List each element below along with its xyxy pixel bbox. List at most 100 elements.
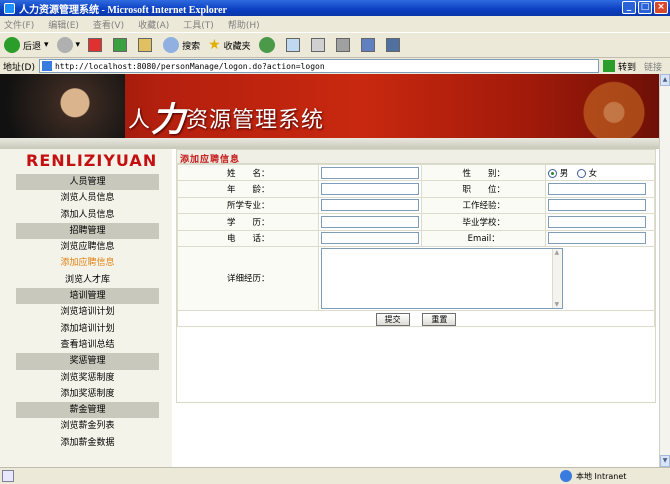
stop-icon [88,38,103,52]
gender-label: 性 别： [421,163,547,182]
school-input[interactable] [548,215,647,228]
phone-label: 电 话： [176,229,320,247]
submit-button[interactable]: 提交 [375,313,410,327]
sidebar-item[interactable]: 添加培训计划 [16,321,159,337]
sidebar-section-header: 薪金管理 [16,402,159,419]
banner-photo [0,74,125,138]
menu-edit[interactable]: 编辑(E) [48,18,79,31]
forward-arrow-icon [56,37,73,53]
sidebar: RENLIZIYUAN 人员管理 浏览人员信息 添加人员信息 招聘管理 浏览应聘信息 添加… [0,149,172,467]
forward-button[interactable]: ▾ [56,37,80,53]
position-cell [545,180,655,198]
page-scrollbar[interactable]: ▲ ▼ [659,74,670,467]
search-button[interactable]: 搜索 [163,37,200,53]
banner-title-big: 力 [151,100,187,140]
form-row-age: 年 龄： 职 位： [176,180,655,198]
sidebar-item[interactable]: 查看培训总结 [16,337,159,353]
phone-input[interactable] [321,232,420,245]
form-row-education: 学 历： 毕业学校： [176,213,655,231]
form-row-major: 所学专业： 工作经验： [176,196,655,215]
sidebar-section-header: 招聘管理 [16,222,159,240]
ie-icon [4,2,15,14]
messenger-button[interactable] [360,38,378,52]
phone-cell [318,229,423,247]
email-input[interactable] [548,232,647,245]
age-input[interactable] [321,183,420,196]
sidebar-item[interactable]: 浏览人员信息 [16,190,159,206]
back-button[interactable]: 后退 ▾ [4,37,49,53]
age-cell [318,180,423,198]
scroll-down-icon[interactable]: ▼ [660,455,670,467]
school-label: 毕业学校： [421,213,547,231]
banner-title-pre: 人 [128,108,152,133]
favorites-button[interactable]: ★ 收藏夹 [208,37,251,53]
form-row-phone: 电 话： Email： [176,229,655,247]
gender-female-radio[interactable] [576,168,586,178]
mail-button[interactable] [285,38,303,52]
reset-button[interactable]: 重置 [422,313,457,327]
gender-male-radio[interactable] [548,168,558,178]
stop-button[interactable] [88,38,105,52]
research-button[interactable] [385,38,403,52]
sidebar-item[interactable]: 添加人员信息 [16,207,159,223]
edit-button[interactable] [335,38,353,52]
resume-textarea[interactable] [321,247,564,309]
sidebar-item[interactable]: 浏览培训计划 [16,304,159,320]
intranet-globe-icon [560,470,572,482]
refresh-button[interactable] [113,38,130,52]
name-cell [318,163,423,182]
toolbar: 后退 ▾ ▾ 搜索 ★ 收藏夹 [0,32,670,58]
print-button[interactable] [310,38,328,52]
mail-icon [285,38,300,52]
go-button[interactable]: 转到 [602,60,636,73]
sidebar-section-header: 人员管理 [16,174,159,191]
sidebar-menu: 人员管理 浏览人员信息 添加人员信息 招聘管理 浏览应聘信息 添加应聘信息 浏览人才库 培训管… [16,174,159,451]
banner-decoration [569,74,659,138]
major-cell [318,196,423,215]
scroll-up-icon[interactable]: ▲ [660,74,670,86]
maximize-button[interactable]: □ [638,1,652,14]
window-titlebar: 人力资源管理系统 - Microsoft Internet Explorer _… [0,0,670,16]
gender-female-label: 女 [588,168,598,179]
name-input[interactable] [321,166,420,179]
close-button[interactable]: × [654,1,668,14]
messenger-icon [360,38,375,52]
sidebar-item[interactable]: 添加薪金数据 [16,435,159,451]
search-label: 搜索 [182,41,201,52]
window-controls: _ □ × [622,1,668,14]
experience-input[interactable] [548,199,647,212]
address-bar: 地址(D) http://localhost:8080/personManage… [0,58,670,74]
major-input[interactable] [321,199,420,212]
sidebar-item[interactable]: 添加奖惩制度 [16,386,159,402]
position-input[interactable] [548,183,647,196]
education-input[interactable] [321,215,420,228]
experience-label: 工作经验： [421,196,547,215]
menu-tools[interactable]: 工具(T) [183,18,214,31]
sidebar-item[interactable]: 浏览应聘信息 [16,239,159,255]
refresh-icon [113,38,128,52]
go-arrow-icon [602,60,615,72]
address-url: http://localhost:8080/personManage/logon… [54,61,325,71]
security-zone: 本地 Intranet [560,470,626,482]
sidebar-item[interactable]: 添加应聘信息 [16,255,159,271]
menu-help[interactable]: 帮助(H) [228,18,260,31]
minimize-button[interactable]: _ [622,1,636,14]
email-label: Email： [421,229,547,247]
menu-favorites[interactable]: 收藏(A) [138,18,169,31]
statusbar: 本地 Intranet [0,467,670,484]
history-button[interactable] [258,37,278,53]
sidebar-item[interactable]: 浏览薪金列表 [16,418,159,434]
sidebar-item[interactable]: 浏览人才库 [16,272,159,288]
resume-scrollbar[interactable] [552,248,563,308]
home-button[interactable] [138,38,155,52]
form-title: 添加应聘信息 [177,150,655,165]
major-label: 所学专业： [176,196,320,215]
sidebar-item[interactable]: 浏览奖惩制度 [16,370,159,386]
links-button[interactable]: 链接 [644,60,662,73]
form-row-name: 姓 名： 性 别： 男 女 [176,163,655,182]
menu-view[interactable]: 查看(V) [93,18,124,31]
favorites-label: 收藏夹 [223,41,251,52]
address-input[interactable]: http://localhost:8080/personManage/logon… [38,59,599,73]
menu-file[interactable]: 文件(F) [4,18,34,31]
form-panel: 添加应聘信息 姓 名： 性 别： 男 女 年 龄： 职 位： 所学专业： 工作经… [176,149,656,403]
